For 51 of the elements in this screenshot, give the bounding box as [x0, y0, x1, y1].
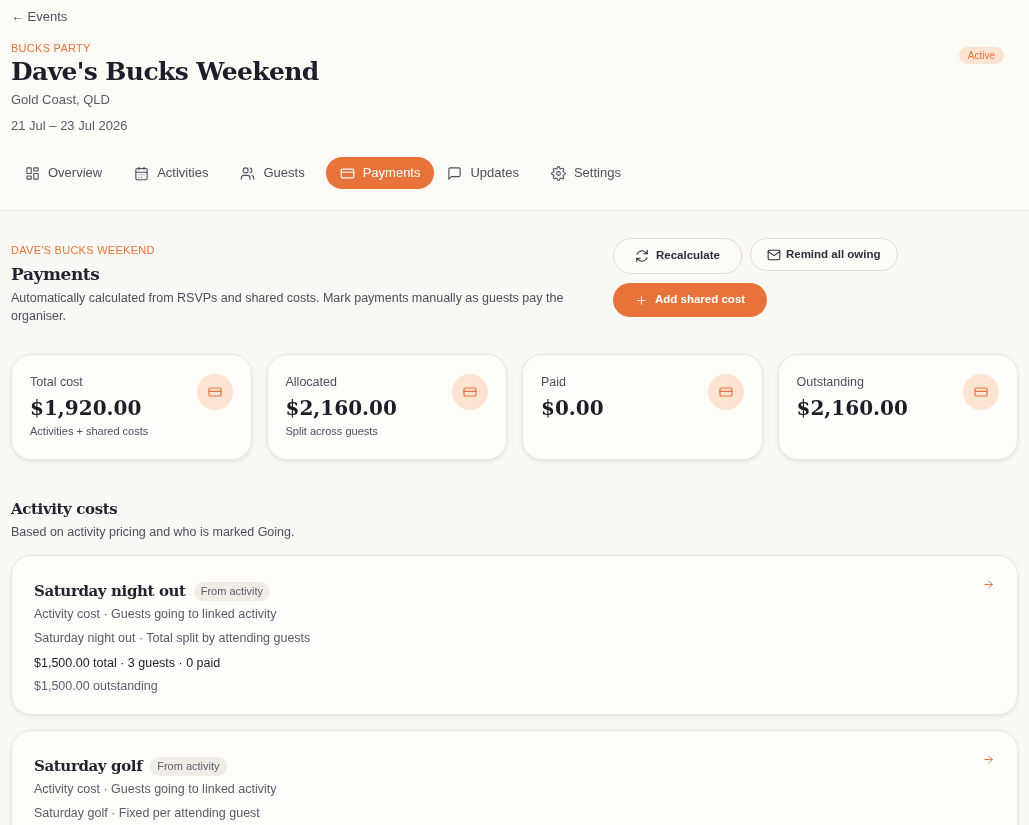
mail-icon — [766, 247, 781, 262]
tab[interactable]: Overview — [14, 157, 114, 189]
card-icon — [452, 373, 488, 410]
stat-value: $0.00 — [541, 395, 605, 423]
stat-value: $2,160.00 — [285, 395, 398, 423]
section-heading: Activity costs — [11, 498, 119, 520]
card-icon — [339, 165, 355, 181]
section-eyebrow: DAVE'S BUCKS WEEKEND — [11, 243, 156, 258]
chat-icon — [447, 165, 463, 181]
section-description: Automatically calculated from RSVPs and shared costs. Mark payments manually as guests pay the organiser. — [11, 289, 565, 325]
stat-label: Allocated — [285, 373, 337, 391]
cost-title: Saturday night out — [34, 581, 186, 603]
cost-title: Saturday golf — [34, 756, 143, 778]
cost-split: Saturday night out · Total split by attending guests — [34, 630, 312, 647]
plus-icon — [635, 293, 648, 307]
source-tag: From activity — [193, 582, 271, 601]
stat-value: $2,160.00 — [796, 395, 909, 423]
tab[interactable]: Settings — [539, 157, 632, 189]
stat-label: Outstanding — [796, 373, 864, 391]
calendar-icon — [134, 165, 150, 181]
cost-type: Activity cost · Guests going to linked activity — [34, 781, 278, 799]
tab[interactable]: Activities — [123, 157, 220, 189]
source-tag: From activity — [150, 757, 227, 776]
tab[interactable]: Updates — [436, 157, 530, 189]
cost-split: Saturday golf · Fixed per attending guest — [34, 805, 261, 822]
stat-label: Total cost — [30, 373, 83, 391]
cost-summary: $1,500.00 total · 3 guests · 0 paid — [34, 654, 222, 672]
back-link[interactable]: ← Events — [11, 7, 1018, 27]
cost-outstanding: $1,500.00 outstanding — [34, 677, 159, 695]
section-title: Payments — [11, 262, 101, 286]
stat-value: $1,920.00 — [30, 395, 143, 423]
card-icon — [707, 373, 744, 410]
section-subtitle: Based on activity pricing and who is marked Going. — [11, 523, 296, 541]
stat-label: Paid — [541, 373, 567, 391]
users-icon — [240, 165, 256, 181]
stat-note: Split across guests — [285, 424, 379, 440]
event-location: Gold Coast, QLD — [11, 91, 111, 109]
event-dates: 21 Jul – 23 Jul 2026 — [11, 116, 129, 135]
event-category: BUCKS PARTY — [11, 40, 92, 56]
refresh-icon — [635, 249, 649, 263]
card-icon — [196, 373, 233, 410]
stat-note: Activities + shared costs — [30, 424, 150, 440]
remind-button[interactable]: Remind all owing — [749, 238, 898, 271]
recalculate-button[interactable]: Recalculate — [613, 238, 742, 274]
grid-icon — [25, 165, 40, 181]
tab[interactable]: Guests — [229, 157, 316, 189]
cost-type: Activity cost · Guests going to linked activity — [34, 606, 278, 624]
event-title: Dave's Bucks Weekend — [11, 56, 319, 88]
status-badge: Active — [958, 46, 1004, 64]
card-icon — [963, 373, 999, 410]
settings-icon — [550, 165, 566, 181]
